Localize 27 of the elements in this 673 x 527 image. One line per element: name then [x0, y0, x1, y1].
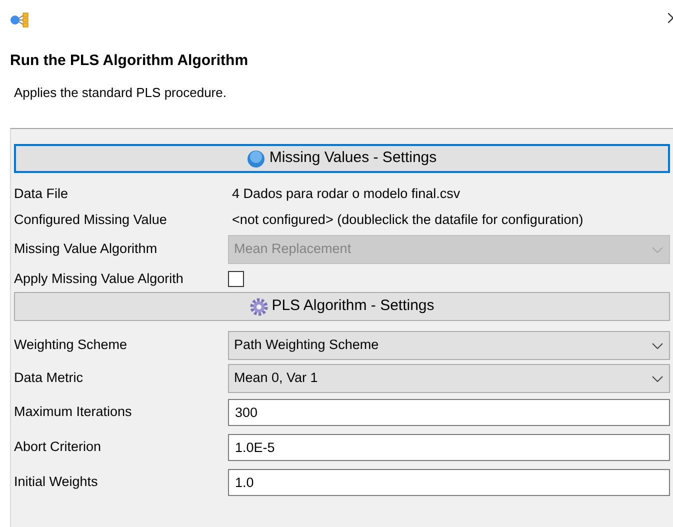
- close-icon[interactable]: [668, 13, 673, 23]
- field-label: Weighting Scheme: [14, 336, 128, 354]
- field-label: Data File: [14, 184, 70, 203]
- dropdown[interactable]: Mean 0, Var 1: [228, 364, 670, 393]
- field-label: Apply Missing Value Algorith: [14, 270, 184, 288]
- dropdown[interactable]: Path Weighting Scheme: [228, 331, 670, 360]
- chevron-down-icon: [652, 246, 663, 252]
- gear-icon: [250, 298, 268, 316]
- checkbox[interactable]: [228, 271, 244, 287]
- field-label: Maximum Iterations: [14, 403, 133, 422]
- dialog-title: Run the PLS Algorithm Algorithm: [10, 51, 250, 72]
- input-field[interactable]: 1.0E-5: [228, 434, 670, 461]
- wizard-logo-icon: [10, 12, 30, 29]
- section-header-button[interactable]: PLS Algorithm - Settings: [14, 292, 670, 321]
- input-field[interactable]: 1.0: [228, 469, 670, 496]
- field-label: Data Metric: [14, 369, 84, 388]
- field-label: Missing Value Algorithm: [14, 240, 158, 258]
- field-value: <not configured> (doubleclick the datafile for configuration): [231, 210, 584, 229]
- field-label: Abort Criterion: [14, 438, 102, 456]
- chevron-down-icon: [652, 376, 663, 382]
- field-value: 4 Dados para rodar o modelo final.csv: [231, 184, 460, 203]
- chevron-down-icon: [652, 342, 663, 348]
- field-label: Initial Weights: [14, 473, 99, 492]
- field-label: Configured Missing Value: [14, 210, 168, 229]
- input-field[interactable]: 300: [228, 399, 670, 426]
- dialog-description: Applies the standard PLS procedure.: [14, 84, 228, 102]
- section-header-button[interactable]: Missing Values - Settings: [14, 144, 670, 173]
